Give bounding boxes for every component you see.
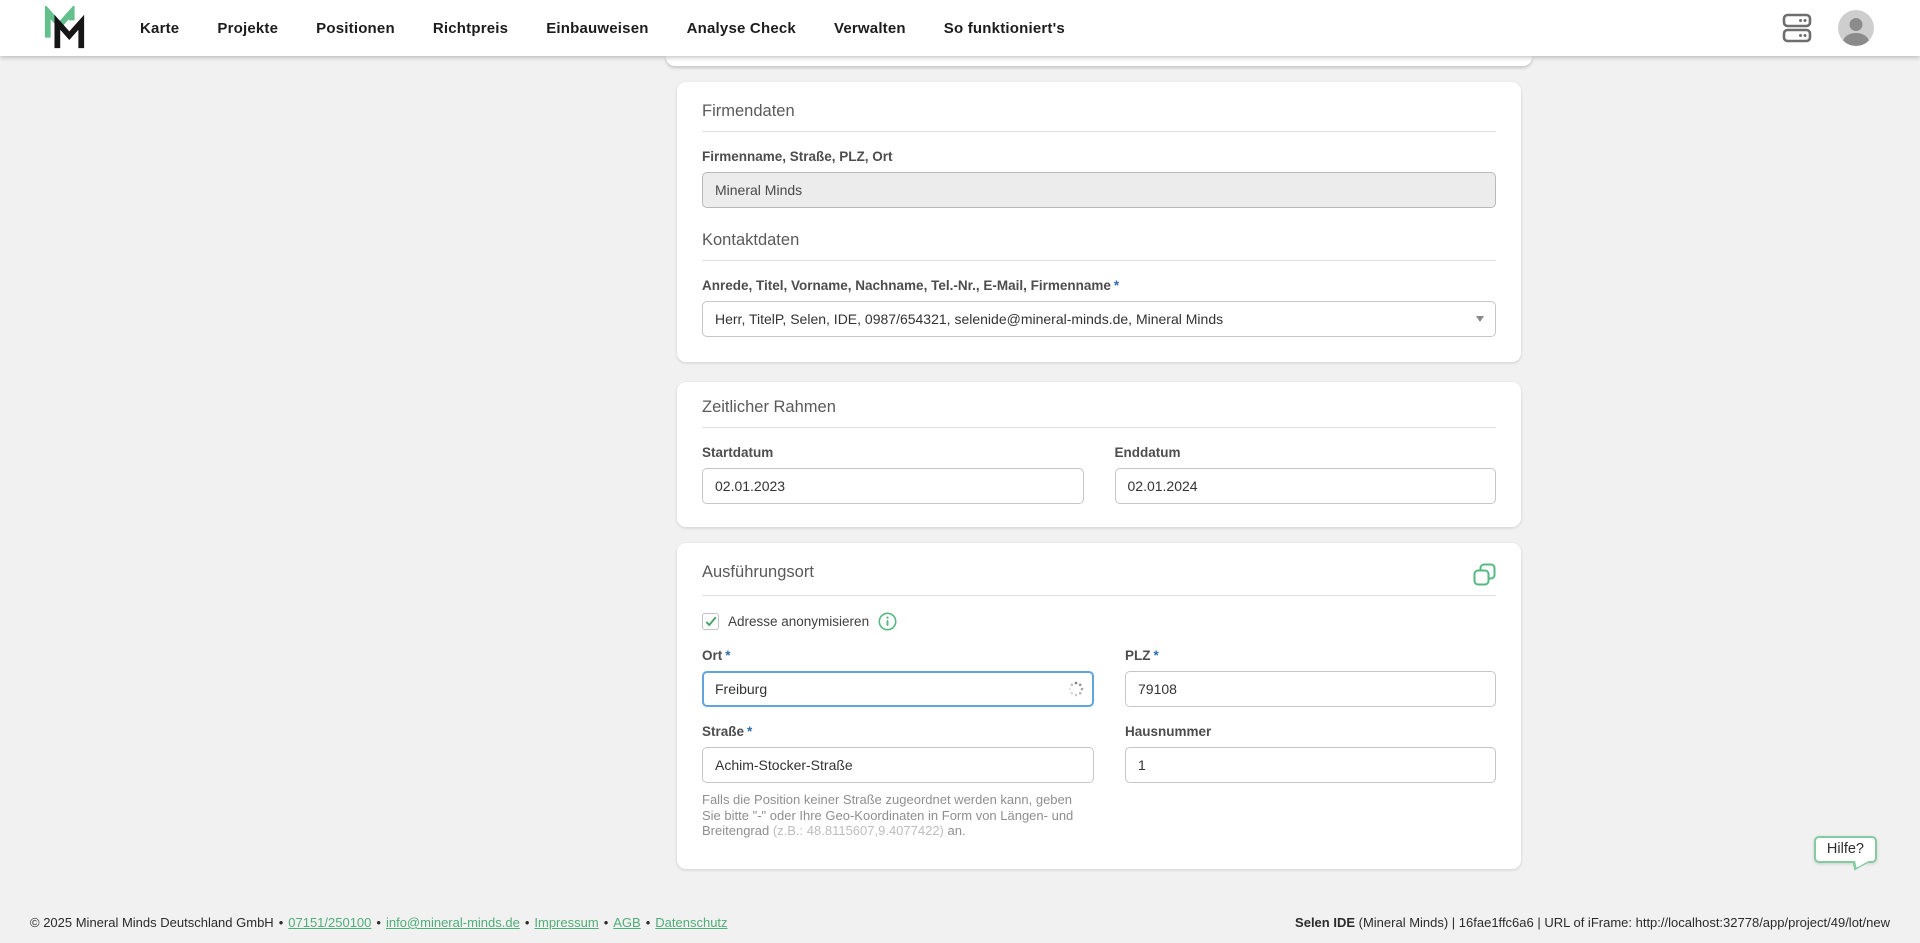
anonymize-label[interactable]: Adresse anonymisieren	[728, 614, 869, 629]
anonymize-row: Adresse anonymisieren	[702, 612, 1496, 631]
startdatum-group: Startdatum	[702, 428, 1084, 504]
ort-label-text: Ort	[702, 648, 722, 663]
navbar-right	[1782, 10, 1874, 46]
hint-suffix: an.	[944, 823, 966, 838]
agb-link[interactable]: AGB	[613, 915, 640, 930]
copyright-text: © 2025 Mineral Minds Deutschland GmbH	[30, 915, 274, 930]
company-field-label: Firmenname, Straße, PLZ, Ort	[702, 149, 1496, 165]
contact-field-label: Anrede, Titel, Vorname, Nachname, Tel.-N…	[702, 278, 1496, 294]
enddatum-group: Enddatum	[1115, 428, 1497, 504]
card-zeitlicher-rahmen: Zeitlicher Rahmen Startdatum Enddatum	[677, 382, 1521, 527]
required-mark: *	[1154, 648, 1159, 663]
separator: •	[279, 915, 284, 930]
contact-select-value: Herr, TitelP, Selen, IDE, 0987/654321, s…	[715, 311, 1223, 327]
contact-label-text: Anrede, Titel, Vorname, Nachname, Tel.-N…	[702, 278, 1111, 293]
impressum-link[interactable]: Impressum	[534, 915, 598, 930]
nav-item-einbauweisen[interactable]: Einbauweisen	[546, 20, 648, 37]
required-mark: *	[1114, 278, 1119, 293]
datenschutz-link[interactable]: Datenschutz	[655, 915, 727, 930]
top-navbar: Karte Projekte Positionen Richtpreis Ein…	[0, 0, 1920, 56]
plz-group: PLZ*	[1125, 631, 1496, 707]
ort-group: Ort*	[702, 631, 1094, 707]
checkmark-icon	[705, 616, 717, 627]
footer-debug-info: Selen IDE (Mineral Minds) | 16fae1ffc6a6…	[1295, 915, 1890, 930]
main-menu: Karte Projekte Positionen Richtpreis Ein…	[140, 20, 1065, 37]
phone-link[interactable]: 07151/250100	[288, 915, 371, 930]
ort-label: Ort*	[702, 648, 1094, 664]
plz-label-text: PLZ	[1125, 648, 1151, 663]
page-footer: © 2025 Mineral Minds Deutschland GmbH • 07…	[0, 915, 1920, 943]
divider	[702, 260, 1496, 261]
ort-input[interactable]	[702, 671, 1094, 707]
debug-text: (Mineral Minds) | 16fae1ffc6a6 | URL of …	[1355, 915, 1890, 930]
previous-card-partial	[666, 56, 1532, 66]
enddatum-label: Enddatum	[1115, 445, 1497, 461]
contact-select[interactable]: Herr, TitelP, Selen, IDE, 0987/654321, s…	[702, 301, 1496, 337]
divider	[702, 595, 1496, 596]
separator: •	[525, 915, 530, 930]
email-link[interactable]: info@mineral-minds.de	[386, 915, 520, 930]
nav-item-positionen[interactable]: Positionen	[316, 20, 395, 37]
nav-item-richtpreis[interactable]: Richtpreis	[433, 20, 508, 37]
loading-spinner-icon	[1068, 681, 1084, 697]
divider	[702, 131, 1496, 132]
required-mark: *	[747, 724, 752, 739]
ide-name: Selen IDE	[1295, 915, 1355, 930]
strasse-input[interactable]	[702, 747, 1094, 783]
info-icon[interactable]	[878, 612, 897, 631]
required-mark: *	[725, 648, 730, 663]
card-firmendaten: Firmendaten Firmenname, Straße, PLZ, Ort…	[677, 82, 1521, 362]
card-ausfuehrungsort: Ausführungsort Adresse anonymisieren	[677, 543, 1521, 869]
enddatum-input[interactable]	[1115, 468, 1497, 504]
company-input	[702, 172, 1496, 208]
separator: •	[646, 915, 651, 930]
chevron-down-icon	[1476, 316, 1484, 322]
user-avatar-icon[interactable]	[1838, 10, 1874, 46]
hint-example: (z.B.: 48.8115607,9.4077422)	[773, 823, 944, 838]
startdatum-input[interactable]	[702, 468, 1084, 504]
zeitraum-title: Zeitlicher Rahmen	[702, 396, 1496, 418]
hausnummer-group: Hausnummer	[1125, 707, 1496, 839]
form-column: Firmendaten Firmenname, Straße, PLZ, Ort…	[677, 56, 1521, 889]
avatar-shoulders	[1843, 33, 1869, 46]
strasse-label-text: Straße	[702, 724, 744, 739]
anonymize-checkbox[interactable]	[702, 613, 719, 630]
separator: •	[376, 915, 381, 930]
strasse-label: Straße*	[702, 724, 1094, 740]
logo-icon	[42, 6, 88, 50]
copy-icon[interactable]	[1473, 563, 1496, 586]
startdatum-label: Startdatum	[702, 445, 1084, 461]
server-icon[interactable]	[1782, 12, 1812, 44]
footer-left: © 2025 Mineral Minds Deutschland GmbH • 07…	[30, 915, 728, 930]
hausnummer-input[interactable]	[1125, 747, 1496, 783]
strasse-group: Straße* Falls die Position keiner Straße…	[702, 707, 1094, 839]
mineral-minds-logo[interactable]	[42, 6, 88, 50]
firmendaten-title: Firmendaten	[702, 100, 1496, 122]
nav-item-analyse-check[interactable]: Analyse Check	[687, 20, 796, 37]
avatar-head	[1850, 18, 1863, 31]
nav-item-so-funktionierts[interactable]: So funktioniert's	[944, 20, 1065, 37]
strasse-hint: Falls die Position keiner Straße zugeord…	[702, 792, 1094, 839]
nav-item-karte[interactable]: Karte	[140, 20, 179, 37]
plz-input[interactable]	[1125, 671, 1496, 707]
nav-item-projekte[interactable]: Projekte	[217, 20, 278, 37]
nav-item-verwalten[interactable]: Verwalten	[834, 20, 906, 37]
plz-label: PLZ*	[1125, 648, 1496, 664]
separator: •	[604, 915, 609, 930]
hausnummer-label: Hausnummer	[1125, 724, 1496, 740]
ausfuehrungsort-title: Ausführungsort	[702, 561, 814, 583]
kontaktdaten-title: Kontaktdaten	[702, 229, 1496, 251]
help-button[interactable]: Hilfe?	[1814, 836, 1877, 863]
